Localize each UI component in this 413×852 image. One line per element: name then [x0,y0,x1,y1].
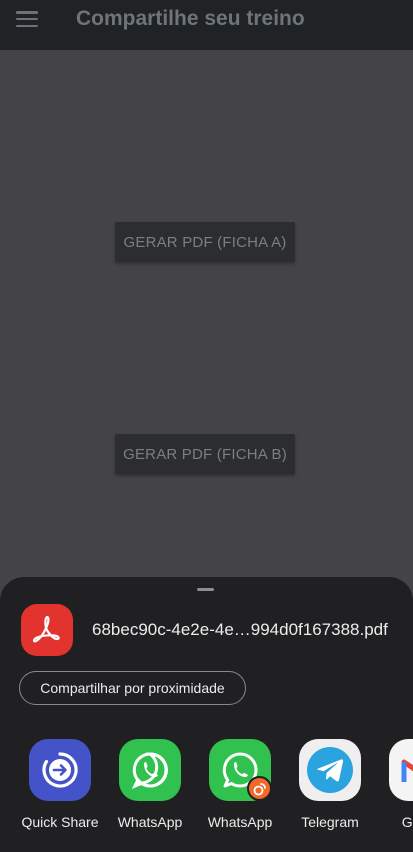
share-target-label: WhatsApp [117,814,183,830]
whatsapp-icon[interactable] [119,739,181,801]
whatsapp-dual-icon[interactable] [209,739,272,801]
share-target-quick-share[interactable]: Quick Share [15,739,105,839]
drag-handle[interactable] [197,588,214,591]
generate-pdf-a-button[interactable]: GERAR PDF (FICHA A) [115,222,295,262]
telegram-icon[interactable] [299,739,361,801]
page-title: Compartilhe seu treino [76,7,305,30]
share-target-label: Telegram [301,814,359,830]
share-target-label: Gmail [401,814,413,830]
pdf-icon [21,604,73,656]
share-target-label: Quick Share [21,814,99,830]
menu-icon[interactable] [16,11,38,27]
file-name: 68bec90c-4e2e-4e…994d0f167388.pdf [92,620,388,639]
share-target-gmail[interactable]: Gmail [375,739,413,839]
share-sheet: 68bec90c-4e2e-4e…994d0f167388.pdf Compar… [0,577,413,852]
quick-share-icon[interactable] [29,739,91,801]
generate-pdf-b-button[interactable]: GERAR PDF (FICHA B) [115,434,295,474]
nearby-share-button[interactable]: Compartilhar por proximidade [19,671,246,705]
gmail-icon[interactable] [389,739,413,801]
share-target-telegram[interactable]: Telegram [285,739,375,839]
app-bar: Compartilhe seu treino [0,0,413,50]
share-target-whatsapp-dual[interactable]: WhatsApp [195,739,285,839]
share-target-whatsapp[interactable]: WhatsApp [105,739,195,839]
dual-messenger-badge-icon [247,776,272,801]
share-target-label: WhatsApp [207,814,273,830]
